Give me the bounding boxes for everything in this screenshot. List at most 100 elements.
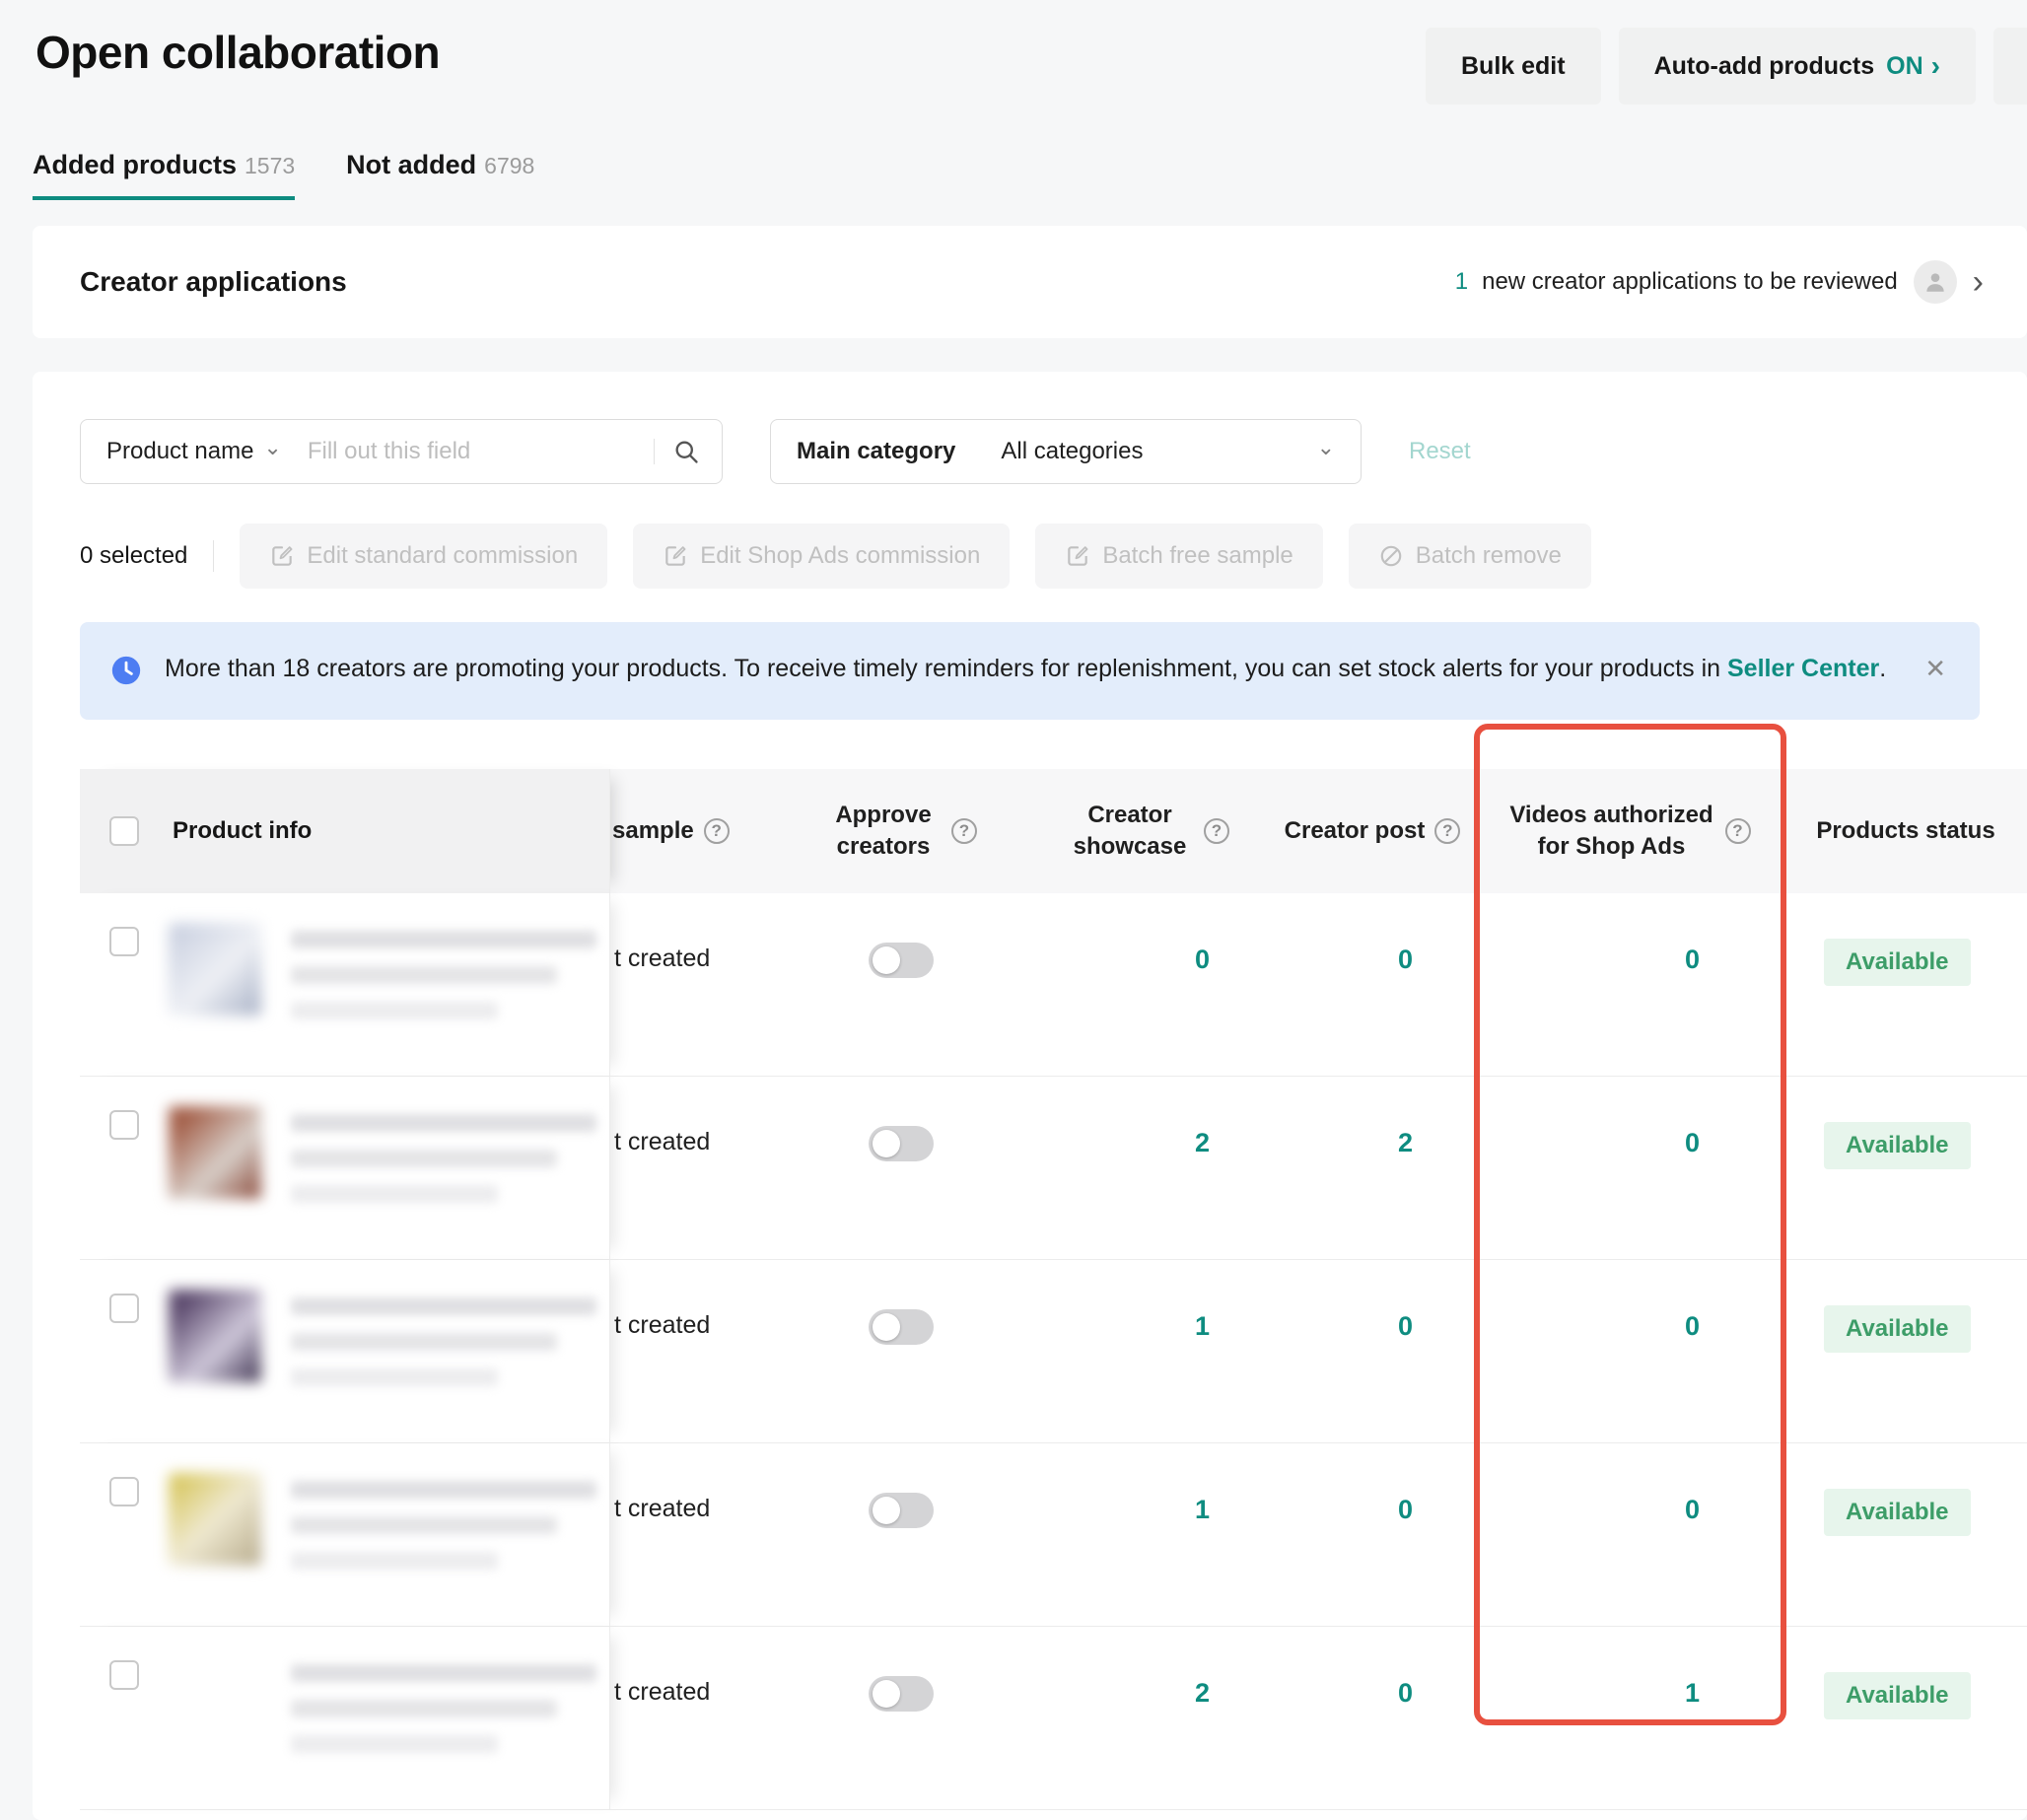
product-image	[169, 1473, 261, 1566]
sample-status: t created	[610, 1443, 778, 1626]
edit-shop-ads-commission-button[interactable]: Edit Shop Ads commission	[633, 524, 1010, 589]
batch-free-sample-button[interactable]: Batch free sample	[1035, 524, 1322, 589]
banner-text-before: More than 18 creators are promoting your…	[165, 655, 1727, 682]
search-icon[interactable]	[672, 438, 700, 465]
column-creator-post: Creator post ?	[1271, 815, 1474, 847]
search-input[interactable]	[308, 438, 646, 465]
divider	[213, 540, 214, 572]
product-text-placeholder	[291, 1656, 596, 1753]
help-icon[interactable]: ?	[1434, 818, 1460, 844]
button-label: Batch remove	[1416, 542, 1562, 570]
column-label: Creator post	[1285, 815, 1426, 847]
status-badge: Available	[1824, 1489, 1971, 1536]
tab-added-products[interactable]: Added products 1573	[33, 150, 295, 200]
showcase-count[interactable]: 2	[1024, 1627, 1271, 1809]
chevron-down-icon: ⌄	[1317, 435, 1335, 460]
showcase-count[interactable]: 0	[1024, 893, 1271, 1076]
new-applications-text: new creator applications to be reviewed	[1482, 268, 1898, 296]
sample-status: t created	[610, 1260, 778, 1442]
auto-add-products-button[interactable]: Auto-add products ON ›	[1619, 28, 1976, 105]
status-badge: Available	[1824, 1122, 1971, 1169]
videos-count[interactable]: 1	[1474, 1627, 1784, 1809]
clock-icon	[109, 650, 143, 692]
videos-count[interactable]: 0	[1474, 1260, 1784, 1442]
approve-toggle[interactable]	[869, 1493, 934, 1528]
tab-label: Added products	[33, 150, 237, 180]
person-icon	[1922, 269, 1948, 295]
videos-count[interactable]: 0	[1474, 893, 1784, 1076]
post-count[interactable]: 0	[1271, 1260, 1474, 1442]
table-row: t created 1 0 0 Available	[80, 1260, 2027, 1443]
tab-count: 6798	[484, 153, 534, 179]
post-count[interactable]: 0	[1271, 1627, 1474, 1809]
products-table: Product info sample ? Approve creators ?…	[80, 769, 2027, 1810]
reset-button[interactable]: Reset	[1409, 438, 1471, 465]
status-badge: Available	[1824, 1672, 1971, 1719]
selected-count: 0 selected	[80, 542, 187, 570]
help-icon[interactable]: ?	[1204, 818, 1229, 844]
tab-label: Not added	[346, 150, 476, 180]
row-checkbox[interactable]	[109, 1477, 139, 1506]
approve-toggle[interactable]	[869, 1309, 934, 1345]
column-approve-creators: Approve creators ?	[778, 800, 1024, 863]
product-text-placeholder	[291, 1106, 596, 1203]
ban-icon	[1378, 543, 1404, 569]
showcase-count[interactable]: 2	[1024, 1077, 1271, 1259]
products-panel: Product name ⌄ Main category All categor…	[33, 372, 2027, 1820]
row-checkbox[interactable]	[109, 1660, 139, 1690]
edit-icon	[1065, 543, 1090, 569]
help-icon[interactable]: ?	[1725, 818, 1751, 844]
main-category-label: Main category	[797, 438, 955, 465]
product-info-cell	[80, 1260, 610, 1442]
help-icon[interactable]: ?	[704, 818, 730, 844]
overflow-button[interactable]: C	[1993, 28, 2027, 105]
column-label: Approve creators	[825, 800, 942, 863]
status-badge: Available	[1824, 1305, 1971, 1353]
approve-toggle[interactable]	[869, 1126, 934, 1161]
filter-bar: Product name ⌄ Main category All categor…	[33, 372, 2027, 484]
bulk-edit-button[interactable]: Bulk edit	[1426, 28, 1601, 105]
main-category-filter[interactable]: Main category All categories ⌄	[770, 419, 1362, 484]
product-name-filter[interactable]: Product name ⌄	[80, 419, 723, 484]
post-count[interactable]: 2	[1271, 1077, 1474, 1259]
table-row: t created 0 0 0 Available	[80, 893, 2027, 1077]
banner-text-after: .	[1879, 655, 1886, 682]
row-checkbox[interactable]	[109, 1110, 139, 1140]
column-products-status: Products status	[1784, 815, 2027, 847]
header-checkbox[interactable]	[109, 816, 139, 846]
videos-count[interactable]: 0	[1474, 1077, 1784, 1259]
info-banner: More than 18 creators are promoting your…	[80, 622, 1980, 720]
edit-standard-commission-button[interactable]: Edit standard commission	[240, 524, 607, 589]
product-info-cell	[80, 1627, 610, 1809]
approve-toggle[interactable]	[869, 943, 934, 978]
showcase-count[interactable]: 1	[1024, 1443, 1271, 1626]
new-applications-count: 1	[1455, 268, 1468, 296]
creator-applications-card[interactable]: Creator applications 1 new creator appli…	[33, 226, 2027, 338]
row-checkbox[interactable]	[109, 1294, 139, 1323]
banner-text: More than 18 creators are promoting your…	[165, 650, 1886, 692]
button-label: Edit standard commission	[307, 542, 578, 570]
post-count[interactable]: 0	[1271, 893, 1474, 1076]
chevron-right-icon[interactable]: ›	[1973, 265, 1984, 299]
product-name-label[interactable]: Product name	[106, 438, 253, 465]
tab-not-added[interactable]: Not added 6798	[346, 150, 534, 200]
status-badge: Available	[1824, 939, 1971, 986]
main-category-value: All categories	[1001, 438, 1306, 465]
showcase-count[interactable]: 1	[1024, 1260, 1271, 1442]
close-icon[interactable]: ✕	[1924, 654, 1946, 684]
videos-count[interactable]: 0	[1474, 1443, 1784, 1626]
tab-bar: Added products 1573 Not added 6798	[33, 150, 2027, 200]
tab-count: 1573	[245, 153, 295, 179]
seller-center-link[interactable]: Seller Center	[1727, 655, 1879, 682]
product-image	[169, 1106, 261, 1199]
approve-toggle[interactable]	[869, 1676, 934, 1712]
chevron-right-icon: ›	[1931, 50, 1940, 82]
batch-remove-button[interactable]: Batch remove	[1349, 524, 1591, 589]
column-label: Videos authorized for Shop Ads	[1508, 800, 1715, 863]
product-image	[169, 1656, 261, 1749]
page-title: Open collaboration	[35, 26, 440, 79]
post-count[interactable]: 0	[1271, 1443, 1474, 1626]
row-checkbox[interactable]	[109, 927, 139, 956]
column-product-info: Product info	[80, 769, 610, 893]
help-icon[interactable]: ?	[951, 818, 977, 844]
